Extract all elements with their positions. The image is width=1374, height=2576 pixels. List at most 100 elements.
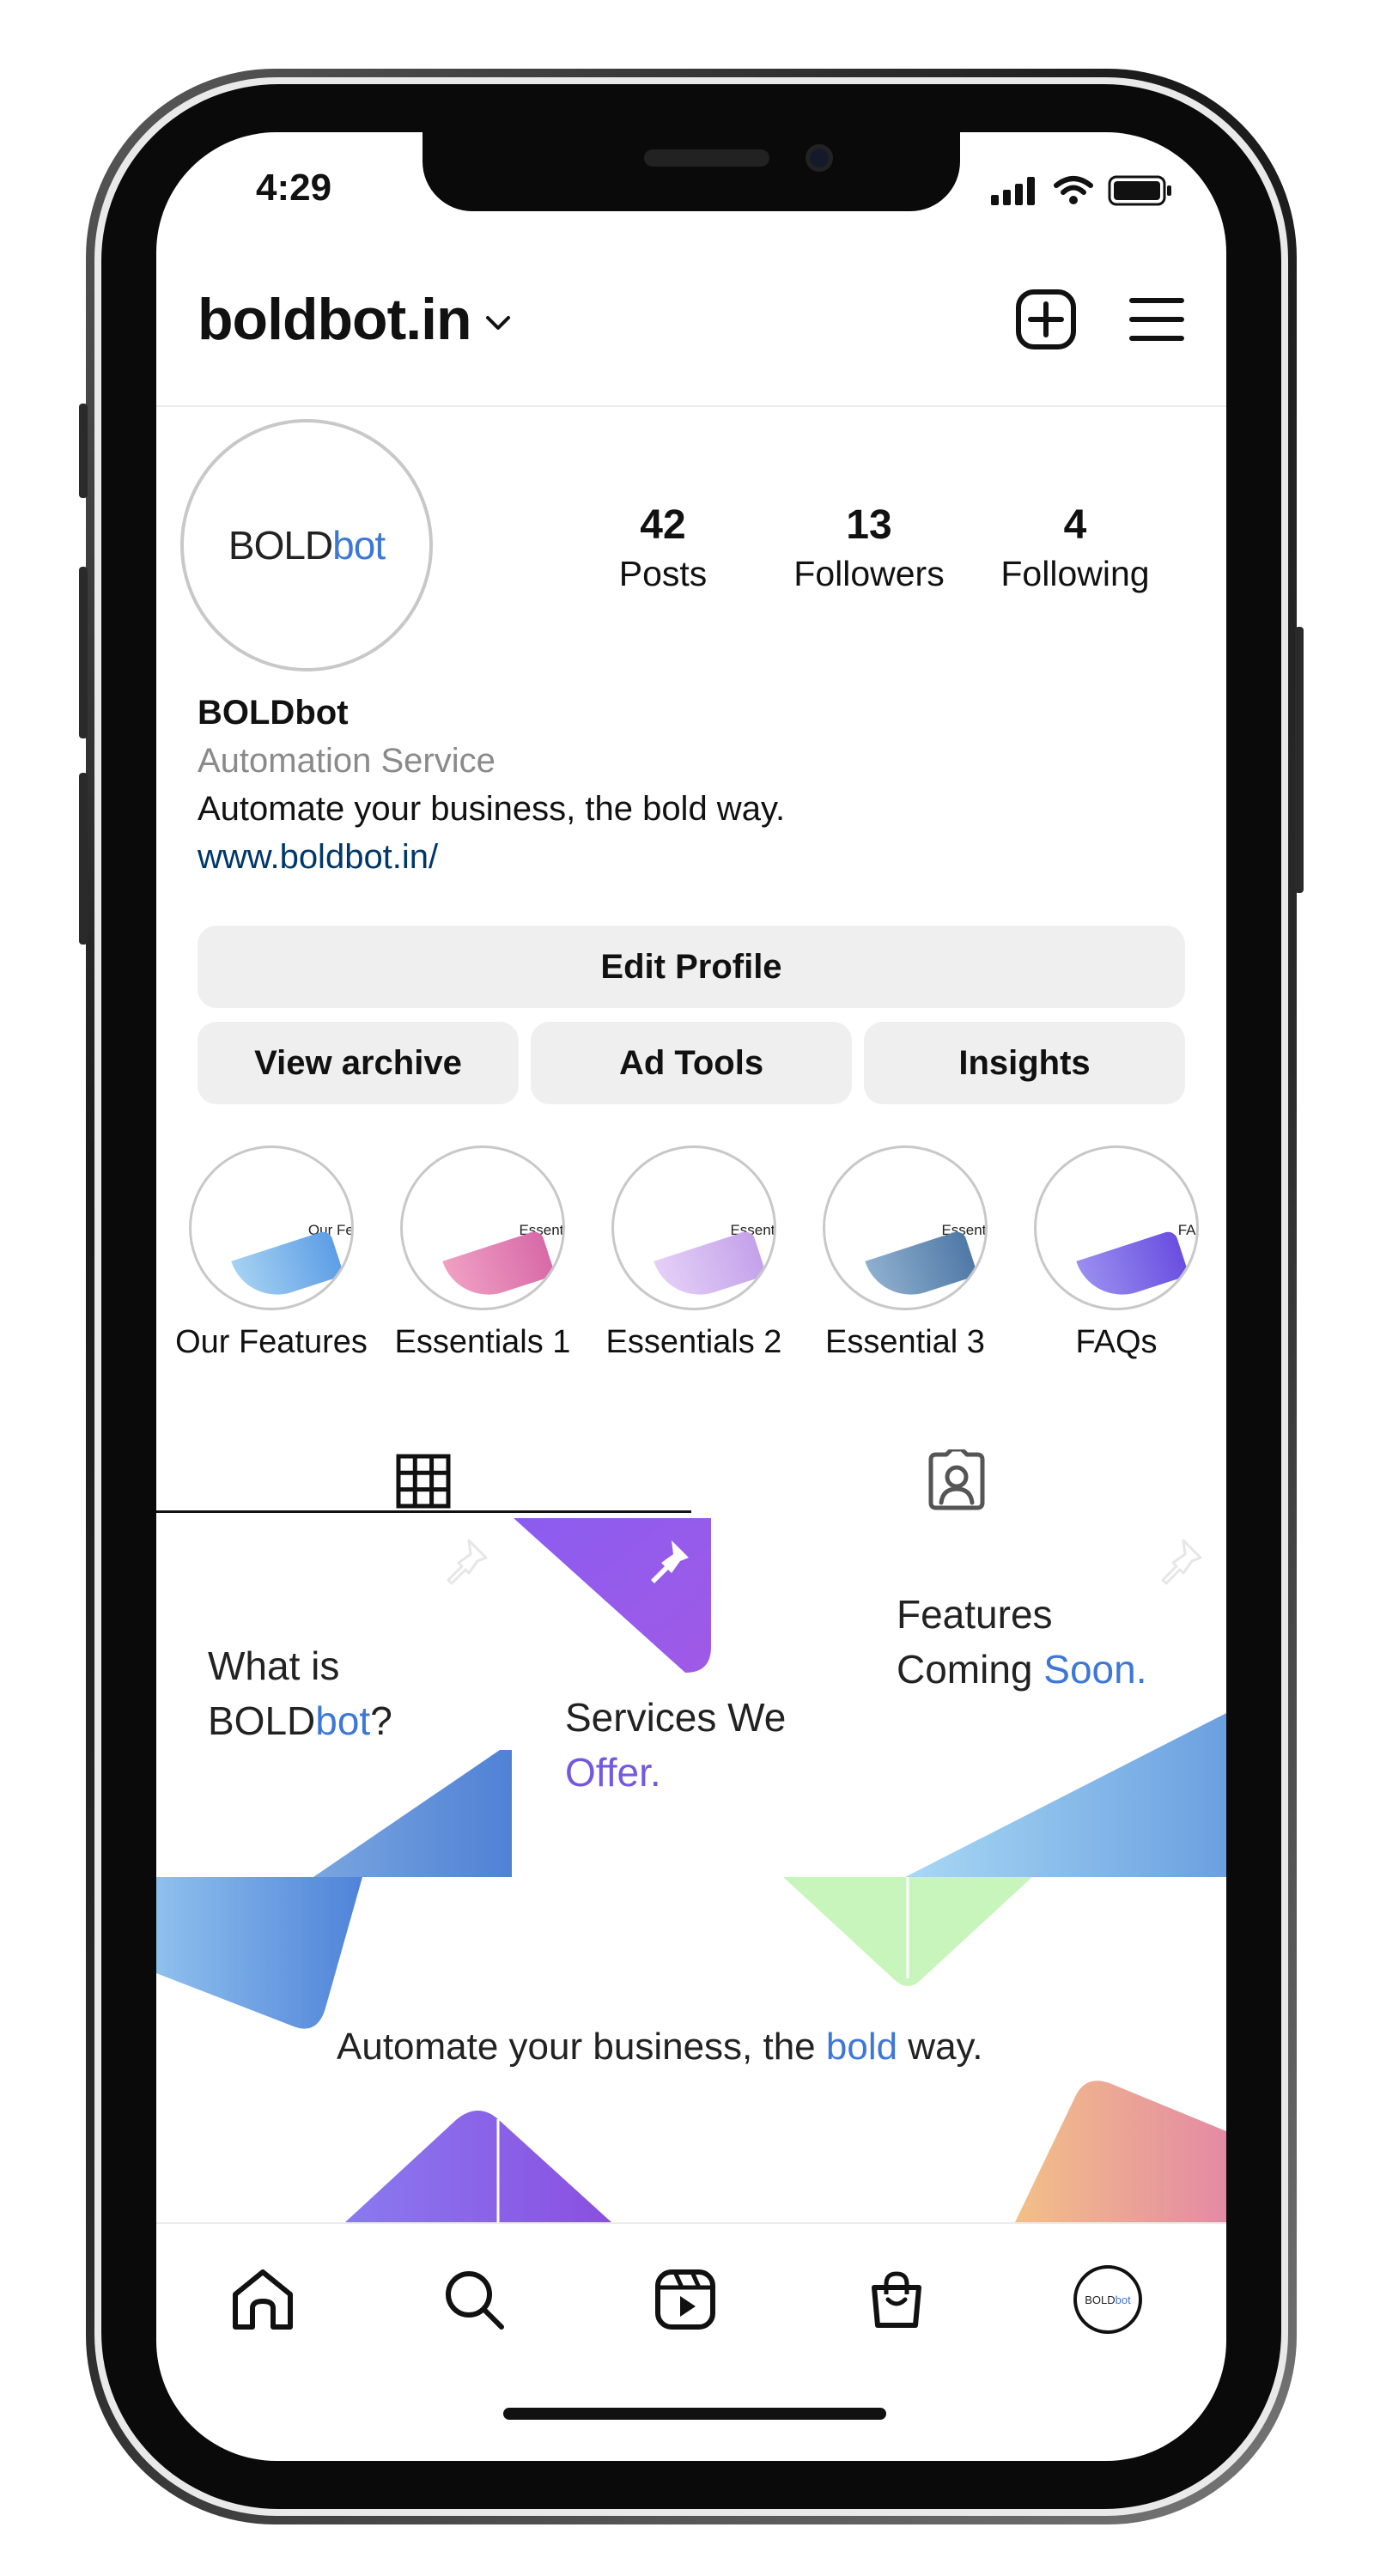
- profile-header: boldbot.in: [198, 268, 1185, 371]
- post-3-line-1: Features: [897, 1592, 1053, 1637]
- profile-avatar[interactable]: BOLD bot: [180, 419, 433, 671]
- profile-stats: 42 Posts 13 Followers 4 Following: [560, 501, 1226, 594]
- banner-text-end: way.: [897, 2026, 983, 2068]
- highlight-essentials-2[interactable]: Essentials #2 Essentials 2: [593, 1145, 795, 1361]
- search-icon: [446, 2271, 504, 2330]
- post-features-coming-soon[interactable]: Features Coming Soon.: [871, 1518, 1226, 1877]
- hamburger-menu-icon[interactable]: [1128, 295, 1185, 343]
- nav-shop[interactable]: [854, 2257, 939, 2342]
- nav-home[interactable]: [220, 2257, 306, 2342]
- stat-following[interactable]: 4 Following: [972, 501, 1178, 594]
- highlight-label: FAQs: [1075, 1324, 1158, 1360]
- profile-category: Automation Service: [198, 742, 495, 780]
- post-what-is-boldbot[interactable]: What is BOLDbot?: [156, 1518, 512, 1877]
- stat-following-value: 4: [1063, 502, 1087, 548]
- reels-icon: [655, 2269, 715, 2330]
- post-3-line-2: Coming Soon.: [897, 1642, 1147, 1697]
- new-post-plus-icon[interactable]: [1015, 289, 1077, 350]
- highlight-label: Our Features: [175, 1324, 368, 1360]
- highlight-cover: Essentials #3: [823, 1145, 988, 1310]
- battery-icon: [1108, 175, 1171, 206]
- active-tab-indicator: [156, 1510, 691, 1513]
- stat-posts[interactable]: 42 Posts: [560, 501, 766, 594]
- highlight-cover-shape: [1076, 1229, 1189, 1308]
- cellular-signal-icon: [991, 177, 1035, 205]
- header-divider: [156, 405, 1226, 407]
- shopping-bag-icon: [872, 2271, 921, 2328]
- side-button-power: [1295, 627, 1304, 893]
- banner-text-accent: bold: [825, 2026, 898, 2068]
- earpiece-speaker: [644, 149, 769, 167]
- highlight-cover: Our Features: [189, 1145, 354, 1310]
- highlight-cover: Essentials #1: [400, 1145, 565, 1310]
- nav-search[interactable]: [431, 2257, 517, 2342]
- post-2-line-2: Offer.: [565, 1750, 661, 1795]
- highlight-cover-shape: [231, 1229, 344, 1308]
- phone-screen: 4:29 boldbot.in BOLD bot 42 Posts 13 Fol…: [156, 132, 1226, 2461]
- post-2-title: Services We Offer.: [565, 1690, 786, 1800]
- post-1-line-2-accent: bot: [315, 1698, 371, 1743]
- nav-reels[interactable]: [642, 2257, 728, 2342]
- highlight-cover-shape: [654, 1229, 767, 1308]
- pin-icon: [651, 1540, 689, 1583]
- banner-decor-green: [783, 1877, 1032, 1986]
- banner-text: Automate your business, the bold way.: [337, 2020, 983, 2075]
- highlight-label: Essentials 2: [605, 1324, 782, 1360]
- wifi-icon: [1054, 176, 1093, 204]
- highlight-essential-3[interactable]: Essentials #3 Essential 3: [804, 1145, 1006, 1361]
- bottom-navigation: BOLD bot: [156, 2222, 1226, 2373]
- banner-decor-purple: [345, 2111, 611, 2222]
- highlight-our-features[interactable]: Our Features Our Features: [170, 1145, 373, 1361]
- post-3-decor-shape: [905, 1713, 1226, 1877]
- highlight-faqs[interactable]: FAQs FAQs: [1015, 1145, 1218, 1361]
- avatar-logo-accent: bot: [332, 523, 386, 568]
- banner-decor-peach: [1015, 2081, 1226, 2222]
- grid-posts-icon[interactable]: [395, 1453, 452, 1510]
- ad-tools-button[interactable]: Ad Tools: [531, 1022, 852, 1104]
- tagged-posts-icon[interactable]: [926, 1449, 988, 1511]
- notch: [423, 132, 960, 211]
- home-indicator[interactable]: [503, 2408, 886, 2420]
- pin-icon: [1161, 1539, 1202, 1585]
- highlight-cover: FAQs: [1034, 1145, 1199, 1310]
- header-actions: [1015, 289, 1185, 350]
- view-archive-button[interactable]: View archive: [198, 1022, 519, 1104]
- profile-avatar-small: BOLD bot: [1073, 2265, 1142, 2334]
- post-automate-banner[interactable]: Automate your business, the bold way.: [156, 1877, 1226, 2222]
- stat-followers-value: 13: [846, 502, 892, 548]
- profile-website-link[interactable]: www.boldbot.in/: [198, 833, 1185, 881]
- home-icon: [233, 2269, 293, 2330]
- banner-decor-blue: [156, 1877, 362, 2029]
- post-3-line-2-accent: Soon.: [1043, 1647, 1147, 1692]
- status-icons: [991, 175, 1173, 206]
- insights-button[interactable]: Insights: [864, 1022, 1185, 1104]
- highlight-label: Essentials 1: [394, 1324, 571, 1360]
- stat-posts-label: Posts: [618, 554, 708, 593]
- side-button-silent: [79, 404, 88, 498]
- posts-grid: What is BOLDbot? Services We Offer. Feat…: [156, 1518, 1226, 2222]
- chevron-down-icon[interactable]: [485, 315, 511, 332]
- status-time: 4:29: [256, 167, 332, 209]
- post-1-title: What is BOLDbot?: [208, 1638, 392, 1748]
- highlight-essentials-1[interactable]: Essentials #1 Essentials 1: [381, 1145, 584, 1361]
- avatar-small-text: BOLD: [1085, 2293, 1116, 2306]
- profile-bio-text: Automate your business, the bold way.: [198, 790, 786, 828]
- avatar-logo-text: BOLD: [228, 523, 333, 568]
- post-services-we-offer[interactable]: Services We Offer.: [514, 1518, 869, 1877]
- post-1-line-2-main: BOLD: [208, 1698, 316, 1743]
- profile-bio: BOLDbot Automation Service Automate your…: [198, 689, 1185, 881]
- front-camera: [806, 144, 833, 172]
- side-button-volume-down: [79, 773, 88, 945]
- nav-profile[interactable]: BOLD bot: [1065, 2257, 1151, 2342]
- stat-followers[interactable]: 13 Followers: [766, 501, 972, 594]
- profile-display-name: BOLDbot: [198, 694, 349, 732]
- post-1-line-2-end: ?: [370, 1698, 392, 1743]
- post-1-line-1: What is: [208, 1643, 340, 1688]
- highlight-cover: Essentials #2: [611, 1145, 776, 1310]
- stat-followers-label: Followers: [793, 554, 945, 593]
- edit-profile-button[interactable]: Edit Profile: [198, 926, 1185, 1008]
- avatar-small-accent: bot: [1115, 2293, 1131, 2306]
- account-username[interactable]: boldbot.in: [198, 286, 472, 353]
- post-3-title: Features Coming Soon.: [897, 1587, 1147, 1697]
- highlight-cover-shape: [442, 1229, 556, 1308]
